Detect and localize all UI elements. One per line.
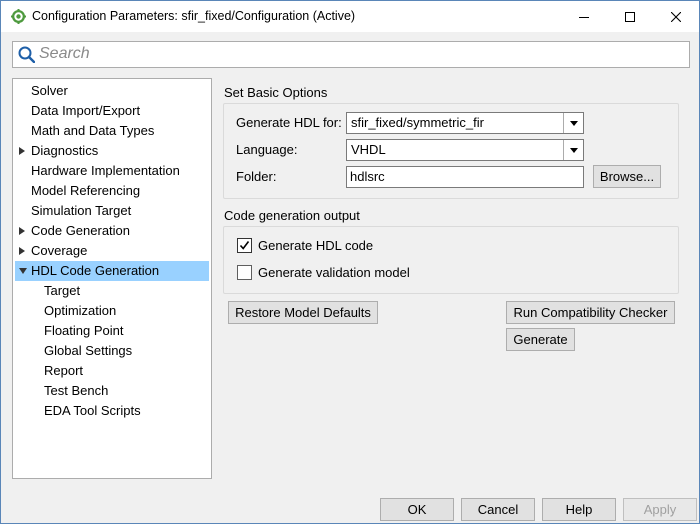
settings-tree[interactable]: Solver Data Import/Export Math and Data Ty…: [12, 78, 212, 479]
tree-item-floating-point[interactable]: Floating Point: [13, 321, 209, 341]
search-input[interactable]: [39, 44, 679, 64]
apply-button[interactable]: Apply: [623, 498, 697, 521]
tree-item-label: Math and Data Types: [31, 123, 155, 138]
close-icon: [671, 11, 681, 22]
expand-arrow-right-icon[interactable]: [19, 247, 25, 255]
tree-item-label: Model Referencing: [31, 183, 141, 198]
ok-button[interactable]: OK: [380, 498, 454, 521]
validation-model-label[interactable]: Generate validation model: [258, 265, 410, 280]
tree-item-coverage[interactable]: Coverage: [13, 241, 209, 261]
tree-item-label: Coverage: [31, 243, 88, 258]
window-title: Configuration Parameters: sfir_fixed/Con…: [32, 9, 356, 23]
tree-item-optimization[interactable]: Optimization: [13, 301, 209, 321]
tree-item-hdl-code-generation[interactable]: HDL Code Generation: [15, 261, 209, 281]
maximize-icon: [625, 11, 635, 22]
generate-hdl-checkbox[interactable]: [237, 238, 252, 253]
tree-item-label: Code Generation: [31, 223, 131, 238]
tree-item-math-and-data-types[interactable]: Math and Data Types: [13, 121, 209, 141]
tree-item-label: Data Import/Export: [31, 103, 141, 118]
tree-item-label: Solver: [31, 83, 68, 98]
tree-item-label: EDA Tool Scripts: [44, 403, 141, 418]
generate-for-label: Generate HDL for:: [236, 115, 342, 130]
generate-hdl-label[interactable]: Generate HDL code: [258, 238, 373, 253]
tree-item-code-generation[interactable]: Code Generation: [13, 221, 209, 241]
dialog-footer: OK Cancel Help Apply: [1, 490, 699, 523]
folder-field[interactable]: [346, 166, 584, 188]
tree-item-label: Global Settings: [44, 343, 133, 358]
folder-label: Folder:: [236, 169, 277, 184]
tree-item-model-referencing[interactable]: Model Referencing: [13, 181, 209, 201]
tree-item-report[interactable]: Report: [13, 361, 209, 381]
tree-item-label: Report: [44, 363, 84, 378]
codegen-output-group: [223, 226, 679, 294]
expand-arrow-right-icon[interactable]: [19, 147, 25, 155]
generate-for-value: sfir_fixed/symmetric_fir: [351, 115, 484, 130]
codegen-output-title: Code generation output: [224, 208, 360, 223]
expand-arrow-down-icon[interactable]: [19, 268, 27, 274]
tree-item-simulation-target[interactable]: Simulation Target: [13, 201, 209, 221]
tree-item-solver[interactable]: Solver: [13, 81, 209, 101]
tree-item-label: Floating Point: [44, 323, 124, 338]
basic-options-title: Set Basic Options: [224, 85, 328, 100]
tree-item-target[interactable]: Target: [13, 281, 209, 301]
tree-item-label: Hardware Implementation: [31, 163, 180, 178]
config-parameters-window: Configuration Parameters: sfir_fixed/Con…: [0, 0, 700, 524]
tree-item-label: Target: [44, 283, 81, 298]
tree-item-global-settings[interactable]: Global Settings: [13, 341, 209, 361]
tree-item-eda-tool-scripts[interactable]: EDA Tool Scripts: [13, 401, 209, 421]
tree-item-label: Diagnostics: [31, 143, 99, 158]
matlab-gear-icon: [11, 9, 26, 24]
browse-button[interactable]: Browse...: [593, 165, 661, 188]
validation-model-checkbox[interactable]: [237, 265, 252, 280]
restore-defaults-button[interactable]: Restore Model Defaults: [228, 301, 378, 324]
generate-button[interactable]: Generate: [506, 328, 575, 351]
generate-for-select[interactable]: sfir_fixed/symmetric_fir: [346, 112, 584, 134]
title-bar[interactable]: Configuration Parameters: sfir_fixed/Con…: [1, 1, 699, 32]
dropdown-arrow-icon[interactable]: [563, 113, 583, 133]
expand-arrow-right-icon[interactable]: [19, 227, 25, 235]
tree-item-diagnostics[interactable]: Diagnostics: [13, 141, 209, 161]
run-compatibility-checker-button[interactable]: Run Compatibility Checker: [506, 301, 675, 324]
search-icon: [18, 46, 35, 63]
minimize-button[interactable]: [561, 1, 607, 32]
language-value: VHDL: [351, 142, 386, 157]
checkmark-icon: [239, 241, 250, 250]
dropdown-arrow-icon[interactable]: [563, 140, 583, 160]
tree-item-label: Simulation Target: [31, 203, 132, 218]
tree-item-label: Test Bench: [44, 383, 109, 398]
tree-item-label: Optimization: [44, 303, 117, 318]
tree-item-hardware-implementation[interactable]: Hardware Implementation: [13, 161, 209, 181]
language-select[interactable]: VHDL: [346, 139, 584, 161]
cancel-button[interactable]: Cancel: [461, 498, 535, 521]
help-button[interactable]: Help: [542, 498, 616, 521]
close-button[interactable]: [653, 1, 699, 32]
minimize-icon: [579, 16, 589, 18]
language-label: Language:: [236, 142, 298, 157]
tree-item-test-bench[interactable]: Test Bench: [13, 381, 209, 401]
search-box[interactable]: [12, 41, 690, 68]
folder-input[interactable]: [350, 168, 578, 185]
tree-item-label: HDL Code Generation: [31, 263, 160, 278]
maximize-button[interactable]: [607, 1, 653, 32]
tree-item-data-import-export[interactable]: Data Import/Export: [13, 101, 209, 121]
